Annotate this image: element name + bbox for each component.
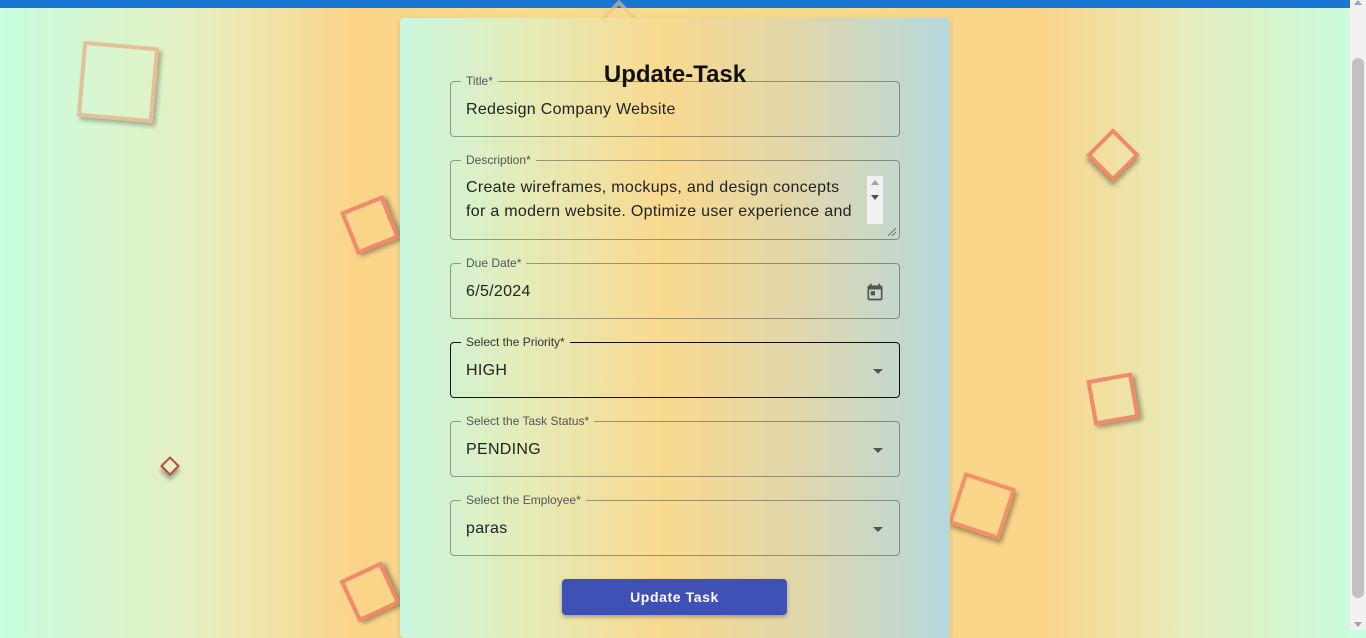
- employee-select-label: Select the Employee*: [461, 493, 586, 507]
- chevron-down-icon[interactable]: [873, 527, 883, 532]
- employee-selected-value[interactable]: paras: [466, 520, 508, 538]
- scroll-up-icon[interactable]: [871, 180, 879, 185]
- priority-select-label: Select the Priority*: [461, 335, 570, 349]
- decorative-square: [947, 471, 1017, 541]
- chevron-down-icon[interactable]: [873, 369, 883, 374]
- description-field-label: Description*: [461, 153, 536, 167]
- description-textarea-value[interactable]: Create wireframes, mockups, and design c…: [466, 176, 861, 224]
- scroll-down-icon[interactable]: [871, 195, 879, 200]
- task-status-select[interactable]: Select the Task Status* PENDING: [450, 414, 900, 477]
- chevron-down-icon[interactable]: [873, 448, 883, 453]
- update-task-button[interactable]: Update Task: [562, 579, 787, 615]
- priority-selected-value[interactable]: HIGH: [466, 362, 507, 380]
- priority-select[interactable]: Select the Priority* HIGH: [450, 335, 900, 398]
- decorative-square: [1086, 128, 1140, 182]
- decorative-square: [1086, 372, 1140, 426]
- page-scrollbar[interactable]: [1350, 0, 1366, 630]
- task-status-select-label: Select the Task Status*: [461, 414, 595, 428]
- scrollbar-thumb[interactable]: [1352, 58, 1364, 598]
- calendar-icon[interactable]: [865, 282, 885, 302]
- decorative-square: [160, 456, 180, 476]
- update-task-card: Update-Task Title* Redesign Company Webs…: [400, 18, 950, 638]
- description-scrollbar[interactable]: [867, 176, 883, 224]
- decorative-square: [339, 561, 401, 623]
- scroll-up-arrow-icon[interactable]: [1354, 0, 1362, 5]
- due-date-field[interactable]: Due Date* 6/5/2024: [450, 256, 900, 319]
- due-date-input-value[interactable]: 6/5/2024: [466, 283, 531, 301]
- title-input-value[interactable]: Redesign Company Website: [466, 101, 676, 119]
- due-date-field-label: Due Date*: [461, 256, 527, 270]
- description-field[interactable]: Description* Create wireframes, mockups,…: [450, 153, 900, 240]
- top-app-bar: [0, 0, 1350, 8]
- title-field[interactable]: Title* Redesign Company Website: [450, 74, 900, 137]
- decorative-square: [76, 40, 160, 124]
- task-status-selected-value[interactable]: PENDING: [466, 441, 541, 459]
- title-field-label: Title*: [461, 74, 498, 88]
- resize-handle-icon[interactable]: [888, 228, 896, 236]
- employee-select[interactable]: Select the Employee* paras: [450, 493, 900, 556]
- scroll-down-arrow-icon[interactable]: [1354, 622, 1362, 627]
- decorative-square: [340, 195, 400, 255]
